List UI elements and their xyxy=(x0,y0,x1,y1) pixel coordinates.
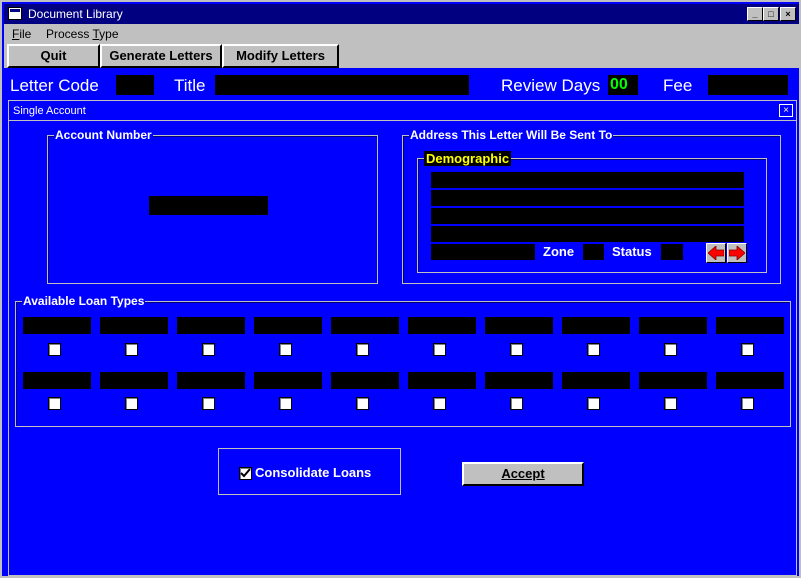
loan-type-checkbox[interactable] xyxy=(587,397,600,410)
loan-type-checkbox[interactable] xyxy=(510,397,523,410)
review-days-field[interactable]: 00 xyxy=(608,75,638,95)
loan-type-checkbox[interactable] xyxy=(125,397,138,410)
modify-letters-button[interactable]: Modify Letters xyxy=(222,44,339,68)
letter-info-bar: Letter Code Title Review Days 00 Fee xyxy=(4,70,799,100)
account-number-label: Account Number xyxy=(54,128,153,142)
address-label: Address This Letter Will Be Sent To xyxy=(409,128,614,142)
loan-type-field[interactable] xyxy=(716,372,784,389)
loan-type-field[interactable] xyxy=(408,372,476,389)
loan-type-field[interactable] xyxy=(254,317,322,334)
loan-type-field[interactable] xyxy=(485,317,553,334)
loan-type-checkbox[interactable] xyxy=(356,397,369,410)
loan-type-checkbox[interactable] xyxy=(741,343,754,356)
menu-bar: File Process Type xyxy=(4,24,799,44)
status-field[interactable] xyxy=(661,244,683,260)
loan-type-checkbox[interactable] xyxy=(664,343,677,356)
maximize-button[interactable]: □ xyxy=(763,7,779,21)
account-number-group: Account Number xyxy=(47,128,378,284)
loan-type-field[interactable] xyxy=(716,317,784,334)
consolidate-loans-checkbox[interactable] xyxy=(239,467,252,480)
address-line-4-field[interactable] xyxy=(431,226,744,242)
minimize-button[interactable]: _ xyxy=(747,7,763,21)
loan-type-field[interactable] xyxy=(562,317,630,334)
loan-type-checkbox[interactable] xyxy=(48,343,61,356)
review-days-label: Review Days xyxy=(501,76,601,95)
demographic-group: Demographic Zone Status xyxy=(417,151,767,273)
loan-type-checkbox[interactable] xyxy=(664,397,677,410)
address-line-1-field[interactable] xyxy=(431,172,744,188)
loan-type-field[interactable] xyxy=(254,372,322,389)
loan-type-checkbox[interactable] xyxy=(433,343,446,356)
zone-label: Zone xyxy=(543,244,575,259)
loan-type-field[interactable] xyxy=(408,317,476,334)
city-field[interactable] xyxy=(431,244,535,260)
arrow-right-icon xyxy=(729,246,745,260)
quit-button[interactable]: Quit xyxy=(7,44,100,68)
loan-type-field[interactable] xyxy=(177,372,245,389)
fee-field[interactable] xyxy=(708,75,788,95)
app-icon[interactable] xyxy=(8,7,22,20)
loan-type-checkbox[interactable] xyxy=(48,397,61,410)
menu-process-type[interactable]: Process Type xyxy=(46,24,119,44)
loan-type-checkbox[interactable] xyxy=(433,397,446,410)
loan-type-checkbox[interactable] xyxy=(202,397,215,410)
generate-letters-button[interactable]: Generate Letters xyxy=(100,44,222,68)
consolidate-group: Consolidate Loans xyxy=(218,448,401,495)
loan-types-group: Available Loan Types xyxy=(15,294,791,427)
loan-type-field[interactable] xyxy=(23,317,91,334)
loan-type-field[interactable] xyxy=(177,317,245,334)
arrow-left-icon xyxy=(708,246,724,260)
loan-types-label: Available Loan Types xyxy=(22,294,146,308)
address-group: Address This Letter Will Be Sent To Demo… xyxy=(402,128,781,284)
address-line-3-field[interactable] xyxy=(431,208,744,224)
loan-type-field[interactable] xyxy=(639,317,707,334)
loan-type-checkbox[interactable] xyxy=(510,343,523,356)
single-account-dialog: Single Account × Account Number Address … xyxy=(8,100,797,576)
toolbar: Quit Generate Letters Modify Letters xyxy=(4,44,799,68)
title-field[interactable] xyxy=(215,75,469,95)
address-line-2-field[interactable] xyxy=(431,190,744,206)
loan-type-field[interactable] xyxy=(331,317,399,334)
loan-type-field[interactable] xyxy=(100,317,168,334)
accept-button[interactable]: Accept xyxy=(462,462,584,486)
menu-file[interactable]: File xyxy=(12,24,31,44)
title-bar: Document Library _ □ × xyxy=(4,4,799,24)
loan-type-field[interactable] xyxy=(562,372,630,389)
consolidate-loans-label: Consolidate Loans xyxy=(255,465,372,480)
dialog-title-bar: Single Account xyxy=(9,101,796,121)
loan-type-field[interactable] xyxy=(331,372,399,389)
letter-code-label: Letter Code xyxy=(10,76,99,95)
title-label: Title xyxy=(174,76,206,95)
loan-type-checkbox[interactable] xyxy=(279,397,292,410)
loan-type-field[interactable] xyxy=(485,372,553,389)
loan-type-field[interactable] xyxy=(23,372,91,389)
demographic-label: Demographic xyxy=(424,151,512,166)
loan-type-field[interactable] xyxy=(100,372,168,389)
prev-address-button[interactable] xyxy=(706,243,726,263)
main-window: Document Library _ □ × File Process Type… xyxy=(0,0,801,578)
loan-type-checkbox[interactable] xyxy=(202,343,215,356)
loan-type-checkbox[interactable] xyxy=(279,343,292,356)
status-label: Status xyxy=(612,244,652,259)
dialog-close-icon[interactable]: × xyxy=(779,104,793,117)
loan-type-checkbox[interactable] xyxy=(125,343,138,356)
fee-label: Fee xyxy=(663,76,693,95)
zone-field[interactable] xyxy=(583,244,604,260)
dialog-title: Single Account xyxy=(13,105,86,117)
next-address-button[interactable] xyxy=(727,243,747,263)
loan-type-checkbox[interactable] xyxy=(587,343,600,356)
close-button[interactable]: × xyxy=(780,7,796,21)
loan-type-checkbox[interactable] xyxy=(356,343,369,356)
account-number-field[interactable] xyxy=(149,196,268,215)
loan-type-field[interactable] xyxy=(639,372,707,389)
window-title: Document Library xyxy=(28,7,123,21)
letter-code-field[interactable] xyxy=(116,75,154,95)
checkmark-icon xyxy=(240,468,251,478)
loan-type-checkbox[interactable] xyxy=(741,397,754,410)
